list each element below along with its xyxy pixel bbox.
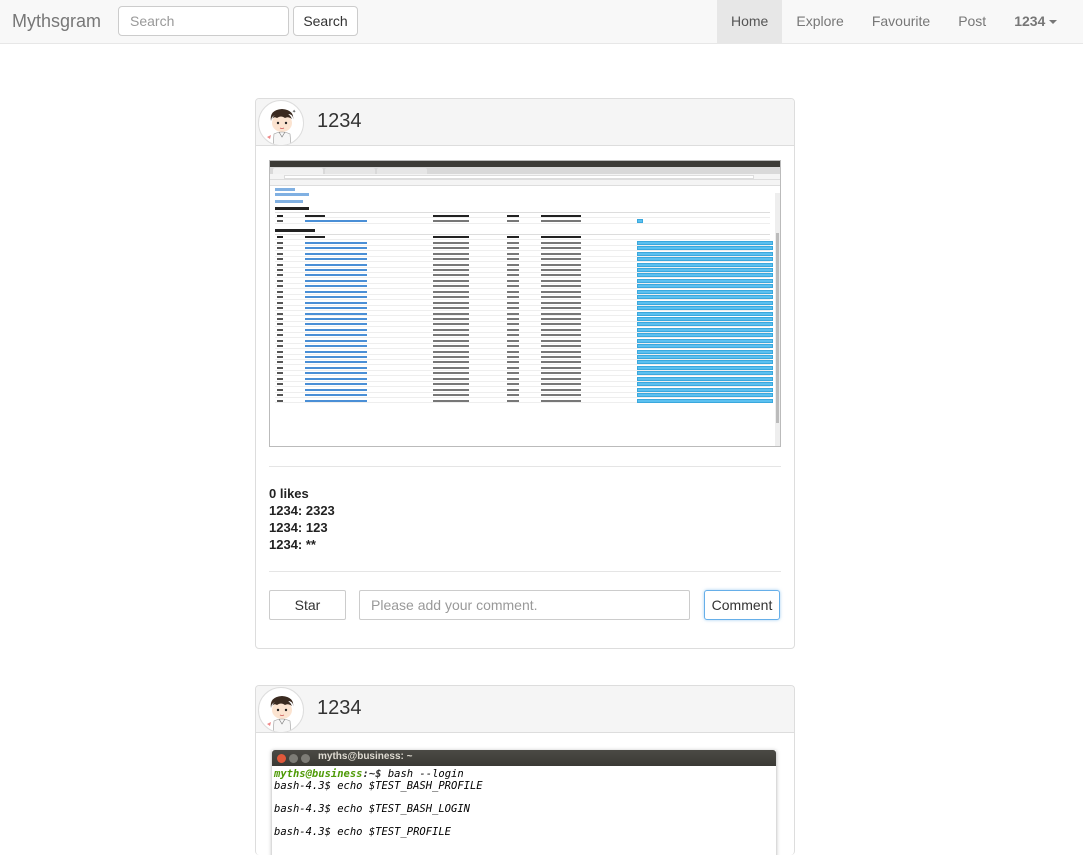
post-author[interactable]: 1234 [317, 697, 362, 720]
terminal-output: myths@business:~$ bash --login bash-4.3$… [272, 766, 776, 842]
terminal-title: myths@business: ~ [318, 751, 413, 762]
terminal-command: bash --login [387, 768, 464, 780]
star-button[interactable]: Star [269, 590, 346, 620]
likes-count: 0 likes [269, 486, 309, 501]
avatar[interactable] [258, 687, 304, 733]
brand-logo[interactable]: Mythsgram [12, 11, 101, 32]
divider [269, 466, 781, 467]
search-input[interactable] [118, 6, 289, 36]
terminal-line: bash-4.3$ echo $TEST_BASH_LOGIN [274, 803, 470, 816]
active-jobs-table [275, 212, 770, 224]
prompt-path: :~$ [362, 768, 388, 780]
post-header: 1234 [256, 686, 794, 733]
post-stats: 0 likes 1234: 2323 1234: 123 1234: ** [269, 485, 335, 553]
prompt-user: myths@business [274, 768, 363, 780]
browser-bookmarks [270, 180, 780, 186]
post-card: 1234 myths@business: ~ myths@business:~$… [255, 685, 795, 855]
user-name: 1234 [1014, 13, 1046, 29]
caret-down-icon [1049, 20, 1058, 24]
post-image: myths@business: ~ myths@business:~$ bash… [272, 750, 776, 855]
comment-button[interactable]: Comment [704, 590, 780, 620]
post-author[interactable]: 1234 [317, 110, 362, 133]
browser-tabs [270, 167, 780, 174]
navbar: Mythsgram Search Home Explore Favourite … [0, 0, 1083, 44]
scrollbar [775, 193, 780, 446]
terminal-titlebar: myths@business: ~ [272, 750, 776, 766]
comment: 1234: 2323 [269, 503, 335, 518]
post-image [269, 160, 781, 447]
user-menu[interactable]: 1234 [1000, 0, 1071, 43]
avatar[interactable]: ✦ [258, 100, 304, 146]
nav-explore[interactable]: Explore [782, 0, 857, 43]
nav-post[interactable]: Post [944, 0, 1000, 43]
minimize-icon [289, 754, 298, 763]
nav-favourite[interactable]: Favourite [858, 0, 944, 43]
browser-urlbar [270, 174, 780, 180]
terminal-line: bash-4.3$ echo $TEST_PROFILE [274, 826, 452, 839]
comment: 1234: 123 [269, 520, 328, 535]
post-card: ✦ 1234 0 likes 1234: 2323 1234: 123 1234… [255, 98, 795, 649]
post-header: ✦ 1234 [256, 99, 794, 146]
comment-input[interactable] [359, 590, 690, 620]
completed-jobs-table [275, 233, 773, 404]
terminal-line: bash-4.3$ echo $TEST_BASH_PROFILE [274, 779, 483, 792]
screenshot-row [275, 398, 773, 404]
search-button[interactable]: Search [293, 6, 358, 36]
svg-text:✦: ✦ [292, 109, 296, 115]
comment: 1234: ** [269, 537, 316, 552]
nav-home[interactable]: Home [717, 0, 783, 43]
maximize-icon [301, 754, 310, 763]
close-icon [277, 754, 286, 763]
main-nav: Home Explore Favourite Post 1234 [717, 0, 1071, 43]
divider [269, 571, 781, 572]
